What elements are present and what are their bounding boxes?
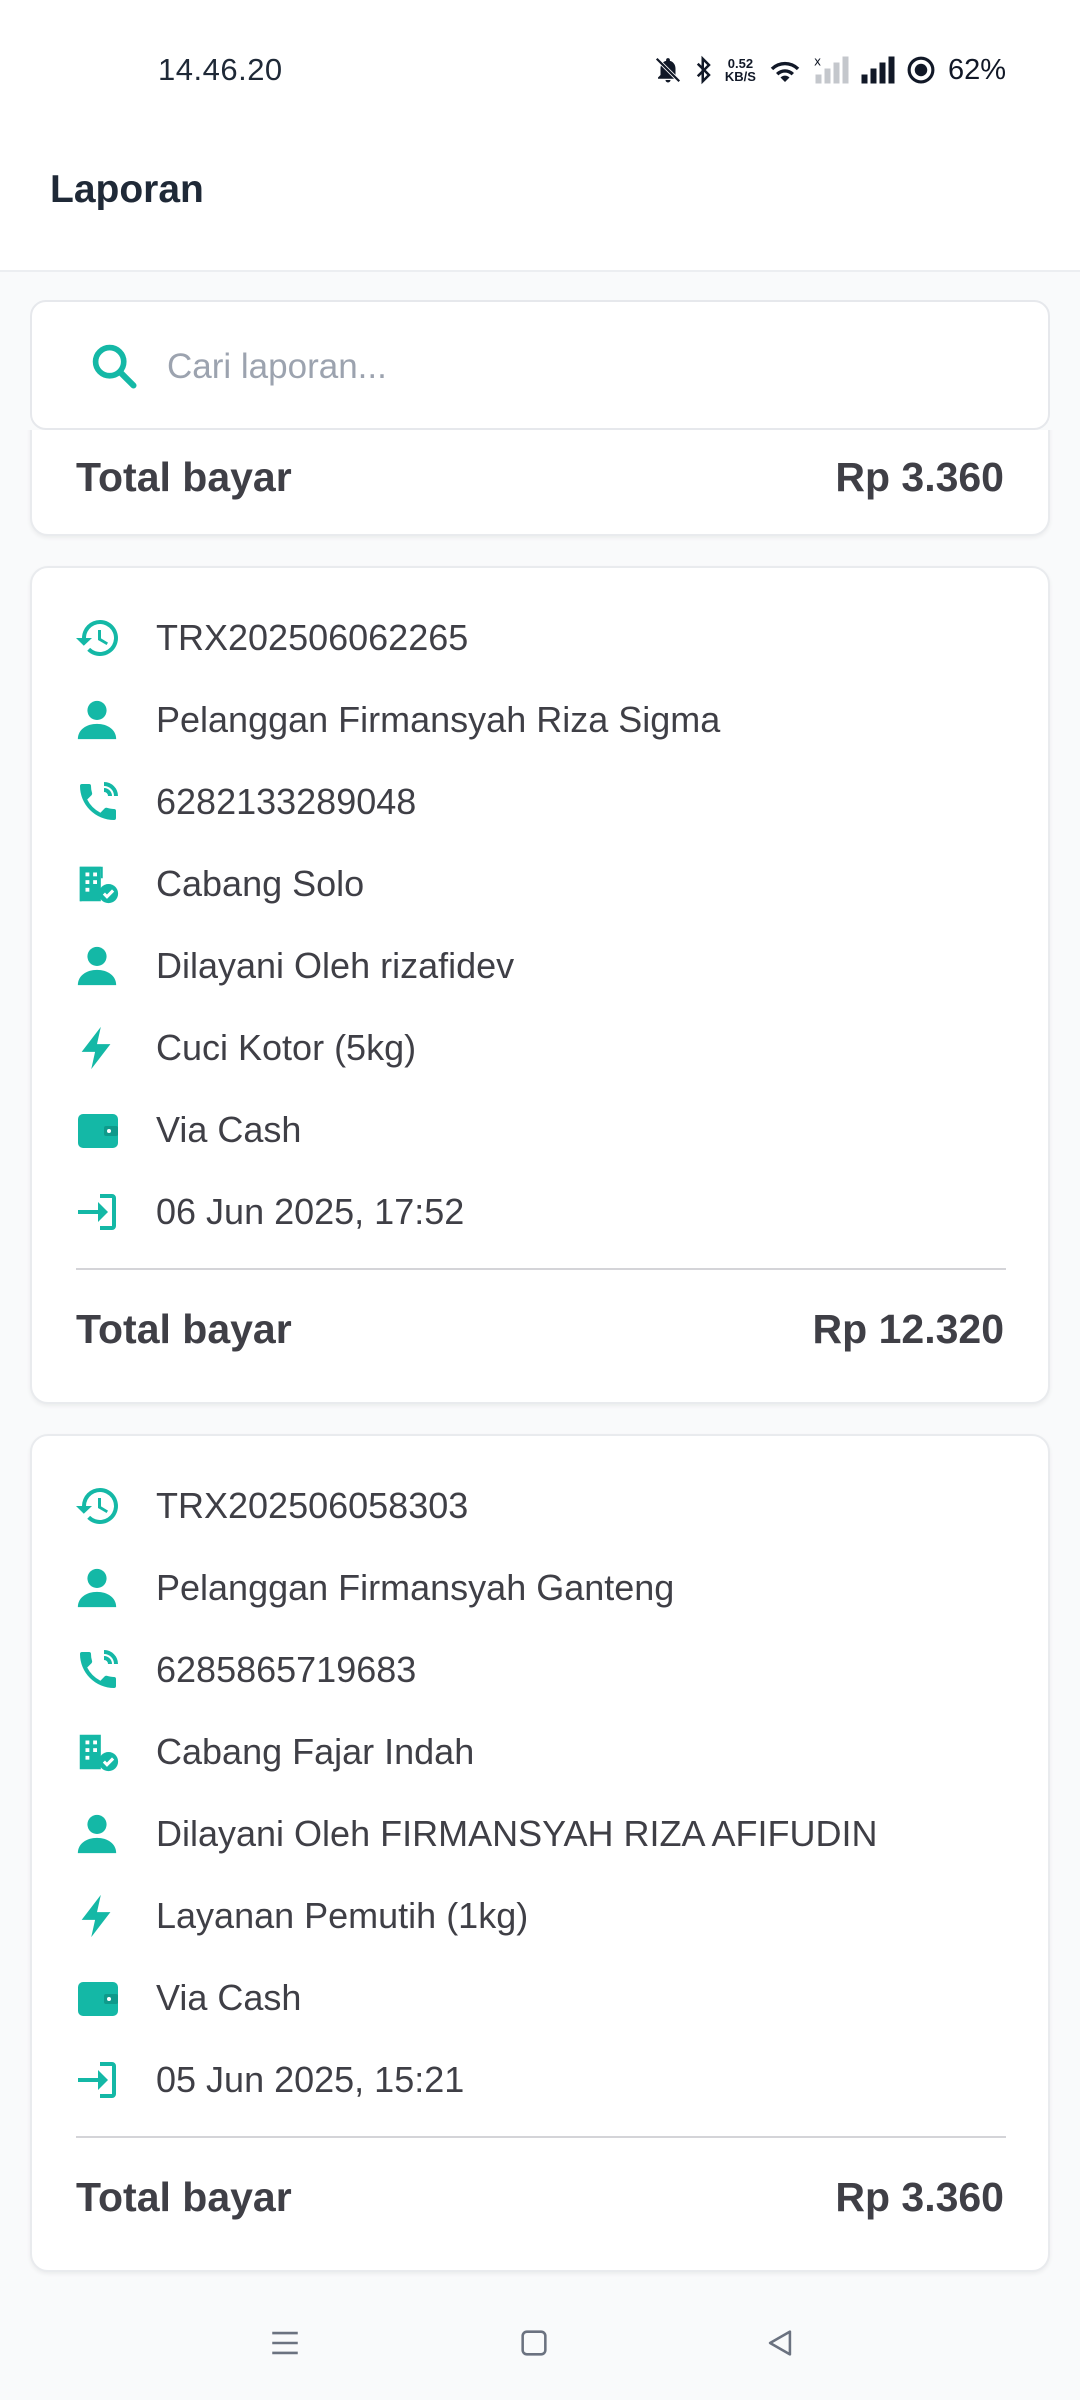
system-nav-bar xyxy=(0,2290,1080,2400)
history-icon xyxy=(76,1488,118,1524)
report-list[interactable]: Total bayar Rp 3.360 TRX202506062265 Pel… xyxy=(0,430,1080,2290)
total-value: Rp 3.360 xyxy=(835,454,1004,500)
branch-row: Cabang Solo xyxy=(74,854,364,914)
person-icon xyxy=(77,946,117,986)
signal-icon xyxy=(861,56,895,84)
customer-name: Pelanggan Firmansyah Riza Sigma xyxy=(156,699,721,740)
served-by: Dilayani Oleh rizafidev xyxy=(156,945,515,986)
branch-icon xyxy=(79,866,119,904)
transaction-id: TRX202506062265 xyxy=(156,617,469,658)
total-value: Rp 3.360 xyxy=(835,2174,1004,2220)
status-bar: 14.46.20 0.52 KB/S x 62% xyxy=(0,0,1080,110)
login-icon xyxy=(78,1194,116,1230)
branch-row: Cabang Fajar Indah xyxy=(74,1722,474,1782)
branch-icon xyxy=(79,1734,119,1772)
divider xyxy=(76,2136,1006,2138)
login-icon xyxy=(78,2062,116,2098)
search-icon xyxy=(92,344,137,389)
menu-icon[interactable] xyxy=(268,2326,302,2360)
phone-row: 6285865719683 xyxy=(74,1640,416,1700)
person-icon xyxy=(77,700,117,740)
customer-name: Pelanggan Firmansyah Ganteng xyxy=(156,1567,675,1608)
history-icon xyxy=(76,620,118,656)
served-by-row: Dilayani Oleh FIRMANSYAH RIZA AFIFUDIN xyxy=(74,1804,877,1864)
served-by: Dilayani Oleh FIRMANSYAH RIZA AFIFUDIN xyxy=(156,1813,878,1854)
phone-row: 6282133289048 xyxy=(74,772,416,832)
customer-phone: 6282133289048 xyxy=(156,781,417,822)
payment-row: Via Cash xyxy=(74,1968,301,2028)
person-icon xyxy=(77,1814,117,1854)
total-label: Total bayar xyxy=(76,454,292,500)
payment-method: Via Cash xyxy=(156,1977,302,2018)
transaction-card[interactable]: TRX202506058303 Pelanggan Firmansyah Gan… xyxy=(30,1434,1050,2272)
total-label: Total bayar xyxy=(76,1306,292,1352)
date-row: 05 Jun 2025, 15:21 xyxy=(74,2050,464,2110)
transaction-id: TRX202506058303 xyxy=(156,1485,469,1526)
phone-icon xyxy=(80,782,118,820)
customer-row: Pelanggan Firmansyah Riza Sigma xyxy=(74,690,720,750)
phone-icon xyxy=(80,1650,118,1688)
branch-name: Cabang Solo xyxy=(156,863,365,904)
transaction-id-row: TRX202506058303 xyxy=(74,1476,468,1536)
transaction-card[interactable]: Total bayar Rp 3.360 xyxy=(30,430,1050,536)
payment-method: Via Cash xyxy=(156,1109,302,1150)
payment-row: Via Cash xyxy=(74,1100,301,1160)
service-name: Cuci Kotor (5kg) xyxy=(156,1027,417,1068)
transaction-id-row: TRX202506062265 xyxy=(74,608,468,668)
person-icon xyxy=(77,1568,117,1608)
search-input[interactable] xyxy=(165,336,969,398)
bolt-icon xyxy=(81,1894,111,1938)
transaction-card[interactable]: TRX202506062265 Pelanggan Firmansyah Riz… xyxy=(30,566,1050,1404)
mute-bell-icon xyxy=(655,57,681,83)
svg-text:x: x xyxy=(814,55,821,69)
customer-row: Pelanggan Firmansyah Ganteng xyxy=(74,1558,674,1618)
total-value: Rp 12.320 xyxy=(812,1306,1004,1352)
customer-phone: 6285865719683 xyxy=(156,1649,417,1690)
battery-saver-icon xyxy=(907,56,935,84)
search-box[interactable] xyxy=(30,300,1050,430)
transaction-date: 06 Jun 2025, 17:52 xyxy=(156,1191,465,1232)
wallet-icon xyxy=(78,1982,118,2016)
bolt-icon xyxy=(81,1026,111,1070)
wifi-icon xyxy=(770,61,800,82)
home-icon[interactable] xyxy=(517,2326,551,2360)
service-name: Layanan Pemutih (1kg) xyxy=(156,1895,529,1936)
served-by-row: Dilayani Oleh rizafidev xyxy=(74,936,514,996)
app-header: Laporan xyxy=(0,110,1080,272)
back-icon[interactable] xyxy=(763,2326,797,2360)
service-row: Cuci Kotor (5kg) xyxy=(74,1018,416,1078)
bluetooth-icon xyxy=(696,55,711,85)
branch-name: Cabang Fajar Indah xyxy=(156,1731,475,1772)
service-row: Layanan Pemutih (1kg) xyxy=(74,1886,528,1946)
total-label: Total bayar xyxy=(76,2174,292,2220)
page-title: Laporan xyxy=(50,168,204,211)
divider xyxy=(76,1268,1006,1270)
status-time: 14.46.20 xyxy=(158,52,283,87)
net-speed: 0.52 KB/S xyxy=(725,57,756,83)
signal-weak-icon: x xyxy=(814,55,849,84)
status-icons: 0.52 KB/S x 62% xyxy=(653,50,1006,90)
transaction-date: 05 Jun 2025, 15:21 xyxy=(156,2059,465,2100)
net-speed-unit: KB/S xyxy=(724,69,756,84)
date-row: 06 Jun 2025, 17:52 xyxy=(74,1182,464,1242)
battery-level: 62% xyxy=(947,53,1006,86)
wallet-icon xyxy=(78,1114,118,1148)
